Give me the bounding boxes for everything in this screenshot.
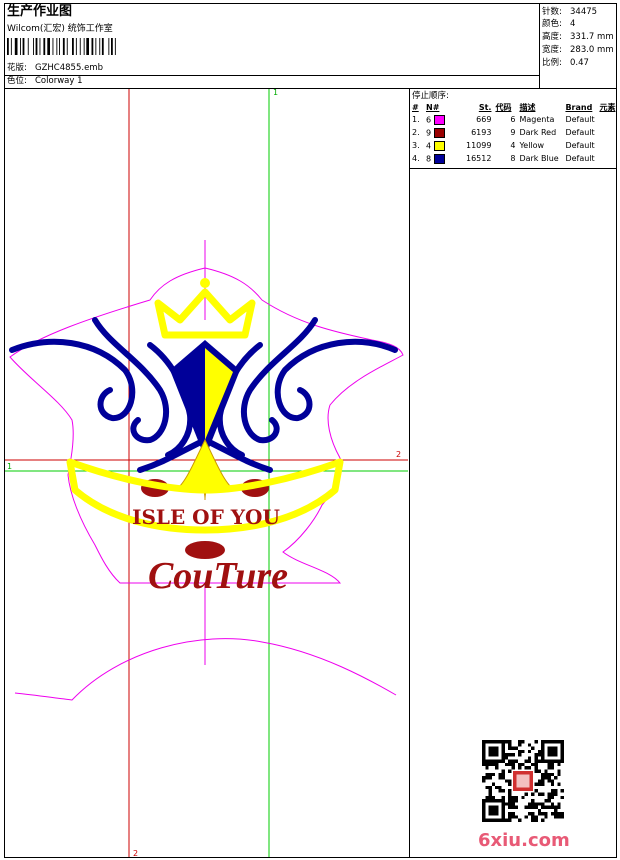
guide-label-bottom: 2: [133, 849, 138, 858]
guide-label-left: 1: [7, 462, 12, 471]
guide-label-right: 2: [396, 450, 401, 459]
script-wordmark: CouTure: [148, 555, 288, 597]
site-watermark: 6xiu.com: [478, 830, 570, 851]
guide-label-top: 1: [273, 88, 278, 97]
embroidery-preview: 1 2 1 2 ISLE OF YOU CouTure: [5, 88, 408, 858]
qr-code: [482, 740, 564, 822]
banner-text: ISLE OF YOU: [132, 505, 280, 529]
